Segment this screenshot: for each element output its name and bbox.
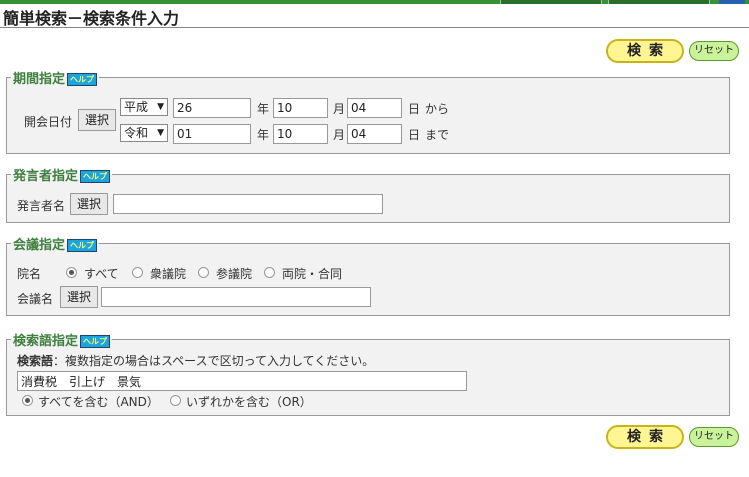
to-year-input[interactable] bbox=[173, 124, 251, 144]
date-select-button[interactable]: 選択 bbox=[78, 109, 117, 131]
meeting-name-input[interactable] bbox=[101, 287, 371, 307]
reset-button-bottom[interactable]: リセット bbox=[689, 427, 739, 447]
help-badge-keyword[interactable]: ヘルプ bbox=[80, 335, 111, 348]
speaker-select-button[interactable]: 選択 bbox=[70, 193, 109, 215]
search-button-bottom[interactable]: 検索 bbox=[606, 425, 684, 449]
top-nav-blue-button[interactable] bbox=[719, 0, 745, 4]
from-day-unit: 日 bbox=[408, 102, 421, 116]
keyword-input[interactable] bbox=[17, 371, 467, 391]
top-nav-bar bbox=[0, 0, 749, 4]
to-month-input[interactable] bbox=[273, 124, 328, 144]
house-radio-all[interactable] bbox=[66, 267, 77, 278]
from-year-unit: 年 bbox=[257, 102, 270, 116]
mode-option-or: いずれかを含む（OR） bbox=[186, 395, 312, 409]
keyword-legend: 検索語指定 ヘルプ bbox=[11, 330, 112, 349]
mode-radio-and[interactable] bbox=[22, 395, 33, 406]
keyword-legend-label: 検索語指定 bbox=[13, 334, 79, 349]
to-day-input[interactable] bbox=[347, 124, 402, 144]
reset-button-top[interactable]: リセット bbox=[689, 41, 739, 61]
search-button-top[interactable]: 検索 bbox=[606, 39, 684, 63]
house-option-representatives: 衆議院 bbox=[150, 267, 187, 281]
keyword-hint-text: ：複数指定の場合はスペースで区切って入力してください。 bbox=[53, 354, 375, 368]
from-month-input[interactable] bbox=[273, 98, 328, 118]
help-badge-period[interactable]: ヘルプ bbox=[67, 73, 98, 86]
mode-radio-or[interactable] bbox=[170, 395, 181, 406]
from-month-unit: 月 bbox=[333, 102, 346, 116]
speaker-input[interactable] bbox=[113, 194, 383, 214]
dropdown-arrow-icon: ▼ bbox=[157, 128, 164, 138]
speaker-legend-label: 発言者指定 bbox=[13, 169, 79, 184]
help-badge-meeting[interactable]: ヘルプ bbox=[67, 239, 98, 252]
top-nav-tab[interactable] bbox=[608, 0, 710, 4]
page-title: 簡単検索－検索条件入力 bbox=[3, 9, 180, 28]
to-month-unit: 月 bbox=[333, 128, 346, 142]
house-option-all: すべて bbox=[84, 267, 119, 281]
help-badge-speaker[interactable]: ヘルプ bbox=[80, 170, 111, 183]
dropdown-arrow-icon: ▼ bbox=[157, 102, 164, 112]
to-era-value: 令和 bbox=[124, 126, 149, 140]
keyword-hint-label: 検索語 bbox=[17, 354, 54, 368]
meeting-legend-label: 会議指定 bbox=[13, 238, 66, 253]
house-radio-joint[interactable] bbox=[264, 267, 275, 278]
meeting-name-label: 会議名 bbox=[17, 292, 54, 306]
house-radio-councillors[interactable] bbox=[198, 267, 209, 278]
to-suffix: まで bbox=[425, 128, 450, 142]
period-legend-label: 期間指定 bbox=[13, 72, 66, 87]
mode-option-and: すべてを含む（AND） bbox=[38, 395, 159, 409]
speaker-legend: 発言者指定 ヘルプ bbox=[11, 165, 112, 184]
title-divider bbox=[0, 27, 749, 28]
house-option-councillors: 参議院 bbox=[216, 267, 253, 281]
house-label: 院名 bbox=[17, 267, 42, 281]
speaker-label: 発言者名 bbox=[17, 199, 66, 213]
to-era-select[interactable]: 令和 ▼ bbox=[120, 124, 168, 142]
from-era-value: 平成 bbox=[124, 100, 149, 114]
house-radio-representatives[interactable] bbox=[132, 267, 143, 278]
from-era-select[interactable]: 平成 ▼ bbox=[120, 98, 168, 116]
meeting-select-button[interactable]: 選択 bbox=[60, 286, 99, 308]
keyword-hint: 検索語：複数指定の場合はスペースで区切って入力してください。 bbox=[17, 352, 374, 369]
house-option-joint: 両院・合同 bbox=[282, 267, 343, 281]
top-nav-tab[interactable] bbox=[500, 0, 602, 4]
from-year-input[interactable] bbox=[173, 98, 251, 118]
from-suffix: から bbox=[425, 102, 450, 116]
period-legend: 期間指定 ヘルプ bbox=[11, 68, 99, 87]
to-year-unit: 年 bbox=[257, 128, 270, 142]
date-label: 開会日付 bbox=[24, 115, 73, 129]
to-day-unit: 日 bbox=[408, 128, 421, 142]
from-day-input[interactable] bbox=[347, 98, 402, 118]
meeting-legend: 会議指定 ヘルプ bbox=[11, 234, 99, 253]
